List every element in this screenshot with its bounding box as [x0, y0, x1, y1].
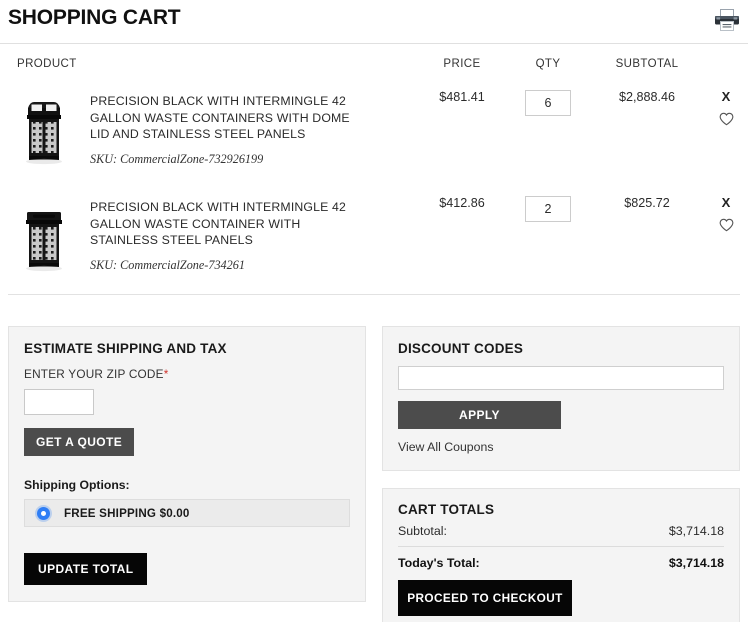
remove-item-button[interactable]: X: [703, 196, 748, 210]
column-header-qty: QTY: [535, 58, 561, 70]
view-all-coupons-link[interactable]: View All Coupons: [398, 440, 724, 454]
page-title: SHOPPING CART: [8, 6, 181, 29]
cart-totals-panel: CART TOTALS Subtotal: $3,714.18 Today's …: [382, 488, 740, 622]
cart-items-table: PRODUCT PRICE QTY SUBTOTAL PRECISION BLA…: [8, 44, 748, 294]
column-header-subtotal: SUBTOTAL: [615, 58, 679, 70]
product-thumbnail[interactable]: [8, 90, 80, 170]
cart-footer-panels: ESTIMATE SHIPPING AND TAX ENTER YOUR ZIP…: [8, 326, 740, 622]
zip-code-label: ENTER YOUR ZIP CODE*: [24, 367, 350, 381]
cart-totals-title: CART TOTALS: [398, 502, 495, 517]
waste-container-dome-lid-icon: [26, 102, 62, 165]
row-actions: X: [703, 188, 748, 294]
table-row: PRECISION BLACK WITH INTERMINGLE 42 GALL…: [8, 82, 748, 188]
product-price: $481.41: [439, 90, 485, 104]
product-price: $412.86: [439, 196, 485, 210]
discount-codes-title: DISCOUNT CODES: [398, 341, 524, 356]
shopping-cart-page: SHOPPING CART PRODUCT PRICE QTY SUBTOTAL: [0, 0, 748, 622]
proceed-to-checkout-button[interactable]: PROCEED TO CHECKOUT: [398, 580, 572, 616]
quantity-input[interactable]: [525, 90, 571, 116]
quantity-input[interactable]: [525, 196, 571, 222]
left-column: ESTIMATE SHIPPING AND TAX ENTER YOUR ZIP…: [8, 326, 366, 602]
required-asterisk: *: [163, 367, 169, 381]
discount-codes-panel: DISCOUNT CODES APPLY View All Coupons: [382, 326, 740, 471]
estimate-shipping-panel: ESTIMATE SHIPPING AND TAX ENTER YOUR ZIP…: [8, 326, 366, 602]
discount-code-input[interactable]: [398, 366, 724, 390]
grand-total-value: $3,714.18: [668, 556, 724, 570]
column-header-product: PRODUCT: [17, 58, 77, 70]
zip-code-input[interactable]: [24, 389, 94, 415]
estimate-shipping-title: ESTIMATE SHIPPING AND TAX: [24, 341, 227, 356]
column-header-actions: [703, 44, 748, 82]
product-subtotal: $825.72: [624, 196, 670, 210]
get-a-quote-button[interactable]: GET A QUOTE: [24, 428, 135, 456]
quantity-cell: [505, 82, 591, 188]
row-actions: X: [703, 82, 748, 188]
quantity-cell: [505, 188, 591, 294]
subtotal-value: $3,714.18: [668, 524, 724, 538]
printer-icon: [715, 9, 739, 31]
product-subtotal: $2,888.46: [618, 90, 676, 104]
product-name[interactable]: PRECISION BLACK WITH INTERMINGLE 42 GALL…: [90, 199, 360, 249]
shipping-option-label: FREE SHIPPING $0.00: [64, 506, 190, 520]
product-name[interactable]: PRECISION BLACK WITH INTERMINGLE 42 GALL…: [90, 93, 360, 143]
grand-total-row: Today's Total: $3,714.18: [398, 546, 724, 570]
shipping-option-row[interactable]: FREE SHIPPING $0.00: [24, 499, 350, 527]
waste-container-flat-top-icon: [26, 212, 62, 272]
table-header-row: PRODUCT PRICE QTY SUBTOTAL: [8, 44, 748, 82]
heart-icon[interactable]: [719, 218, 734, 232]
cart-header: SHOPPING CART: [0, 0, 748, 44]
remove-item-button[interactable]: X: [703, 90, 748, 104]
right-column: DISCOUNT CODES APPLY View All Coupons CA…: [382, 326, 740, 622]
cart-divider: [8, 294, 740, 295]
product-cell: PRECISION BLACK WITH INTERMINGLE 42 GALL…: [8, 82, 419, 188]
radio-selected-icon[interactable]: [37, 506, 50, 520]
subtotal-row: Subtotal: $3,714.18: [398, 524, 724, 538]
product-cell: PRECISION BLACK WITH INTERMINGLE 42 GALL…: [8, 188, 419, 294]
column-header-price: PRICE: [443, 58, 481, 70]
table-row: PRECISION BLACK WITH INTERMINGLE 42 GALL…: [8, 188, 748, 294]
print-button[interactable]: [712, 6, 742, 34]
product-thumbnail[interactable]: [8, 196, 80, 276]
product-sku: SKU: CommercialZone-732926199: [90, 151, 264, 166]
apply-discount-button[interactable]: APPLY: [398, 401, 561, 429]
heart-icon[interactable]: [719, 112, 734, 126]
shipping-options-label: Shipping Options:: [24, 478, 130, 492]
update-total-button[interactable]: UPDATE TOTAL: [24, 553, 148, 585]
subtotal-label: Subtotal:: [398, 524, 447, 538]
product-sku: SKU: CommercialZone-734261: [90, 257, 245, 272]
zip-code-label-text: ENTER YOUR ZIP CODE: [24, 367, 164, 381]
grand-total-label: Today's Total:: [398, 556, 480, 570]
